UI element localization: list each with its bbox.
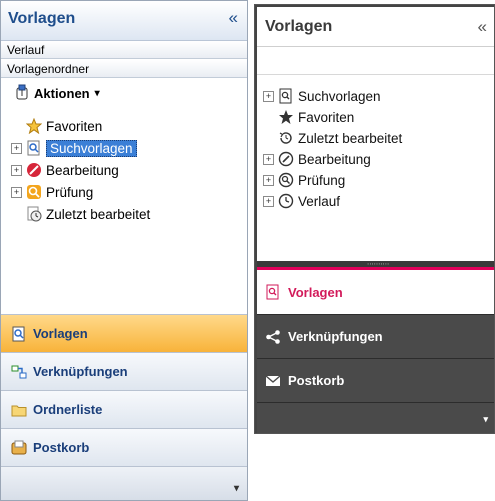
- clock-icon: [278, 193, 294, 209]
- tree-item-favoriten[interactable]: Favoriten: [263, 107, 354, 127]
- chevron-down-icon[interactable]: ▾: [483, 414, 488, 425]
- left-pane-header: Vorlagen «: [1, 1, 247, 41]
- vorlagenordner-bar[interactable]: Vorlagenordner: [1, 60, 247, 78]
- right-navigation-pane: Vorlagen « + Suchvorlagen Favoriten Zule…: [254, 4, 495, 434]
- verlauf-bar[interactable]: Verlauf: [1, 41, 247, 59]
- selected-label: Suchvorlagen: [46, 139, 137, 157]
- star-icon: [278, 109, 294, 125]
- tree-item-favoriten[interactable]: Favoriten: [11, 116, 102, 136]
- share-icon: [265, 329, 281, 345]
- actions-label: Aktionen: [34, 85, 90, 101]
- nav-vorlagen[interactable]: Vorlagen: [257, 270, 494, 314]
- expand-icon[interactable]: +: [11, 164, 22, 176]
- left-pane-title: Vorlagen: [8, 10, 76, 27]
- links-icon: [11, 364, 27, 380]
- collapse-icon[interactable]: «: [478, 17, 487, 37]
- toolbar-strip: [257, 47, 494, 75]
- right-pane-header: Vorlagen «: [257, 7, 494, 47]
- tree-item-suchvorlagen[interactable]: + Suchvorlagen: [263, 86, 381, 106]
- nav-postkorb[interactable]: Postkorb: [257, 358, 494, 402]
- tree-item-suchvorlagen[interactable]: + Suchvorlagen: [11, 138, 137, 158]
- tree-item-bearbeitung[interactable]: + Bearbeitung: [11, 160, 119, 180]
- nav-ordnerliste[interactable]: Ordnerliste: [1, 390, 247, 428]
- tree-item-zuletzt-bearbeitet[interactable]: Zuletzt bearbeitet: [263, 128, 402, 148]
- tree-item-pruefung[interactable]: + Prüfung: [11, 182, 93, 202]
- right-pane-title: Vorlagen: [265, 18, 333, 35]
- chevron-down-icon[interactable]: ▾: [234, 483, 239, 494]
- nav-overflow[interactable]: ▾: [257, 402, 494, 433]
- recent-icon: [26, 206, 42, 222]
- search-template-icon: [265, 284, 281, 300]
- nav-verknuepfungen[interactable]: Verknüpfungen: [1, 352, 247, 390]
- search-template-icon: [26, 140, 42, 156]
- expand-icon[interactable]: +: [263, 153, 274, 165]
- templates-icon: [11, 326, 27, 342]
- nav-postkorb[interactable]: Postkorb: [1, 428, 247, 466]
- nav-overflow[interactable]: ▾: [1, 466, 247, 500]
- expand-icon[interactable]: +: [11, 142, 22, 154]
- expand-icon[interactable]: +: [11, 186, 22, 198]
- folder-icon: [11, 402, 27, 418]
- edit-icon: [26, 162, 42, 178]
- expand-icon[interactable]: +: [263, 90, 274, 102]
- collapse-icon[interactable]: «: [229, 8, 238, 28]
- tree-item-zuletzt-bearbeitet[interactable]: Zuletzt bearbeitet: [11, 204, 150, 224]
- tree-item-bearbeitung[interactable]: + Bearbeitung: [263, 149, 371, 169]
- recent-icon: [278, 130, 294, 146]
- left-nav-buttons: Vorlagen Verknüpfungen Ordnerliste Postk…: [1, 314, 247, 500]
- tree-item-pruefung[interactable]: + Prüfung: [263, 170, 345, 190]
- inbox-icon: [11, 440, 27, 456]
- mail-icon: [265, 373, 281, 389]
- nav-vorlagen[interactable]: Vorlagen: [1, 314, 247, 352]
- search-template-icon: [278, 88, 294, 104]
- left-navigation-pane: Vorlagen « Verlauf Vorlagenordner Aktion…: [0, 0, 248, 501]
- expand-icon[interactable]: +: [263, 195, 274, 207]
- review-icon: [26, 184, 42, 200]
- expand-icon[interactable]: +: [263, 174, 274, 186]
- actions-menu-button[interactable]: Aktionen ▾: [15, 83, 100, 103]
- nav-verknuepfungen[interactable]: Verknüpfungen: [257, 314, 494, 358]
- actions-icon: [15, 84, 29, 103]
- star-icon: [26, 118, 42, 134]
- review-icon: [278, 172, 294, 188]
- edit-icon: [278, 151, 294, 167]
- right-pane-content: Vorlagen « + Suchvorlagen Favoriten Zule…: [257, 7, 494, 261]
- chevron-down-icon: ▾: [94, 87, 100, 99]
- tree-item-verlauf[interactable]: + Verlauf: [263, 191, 340, 211]
